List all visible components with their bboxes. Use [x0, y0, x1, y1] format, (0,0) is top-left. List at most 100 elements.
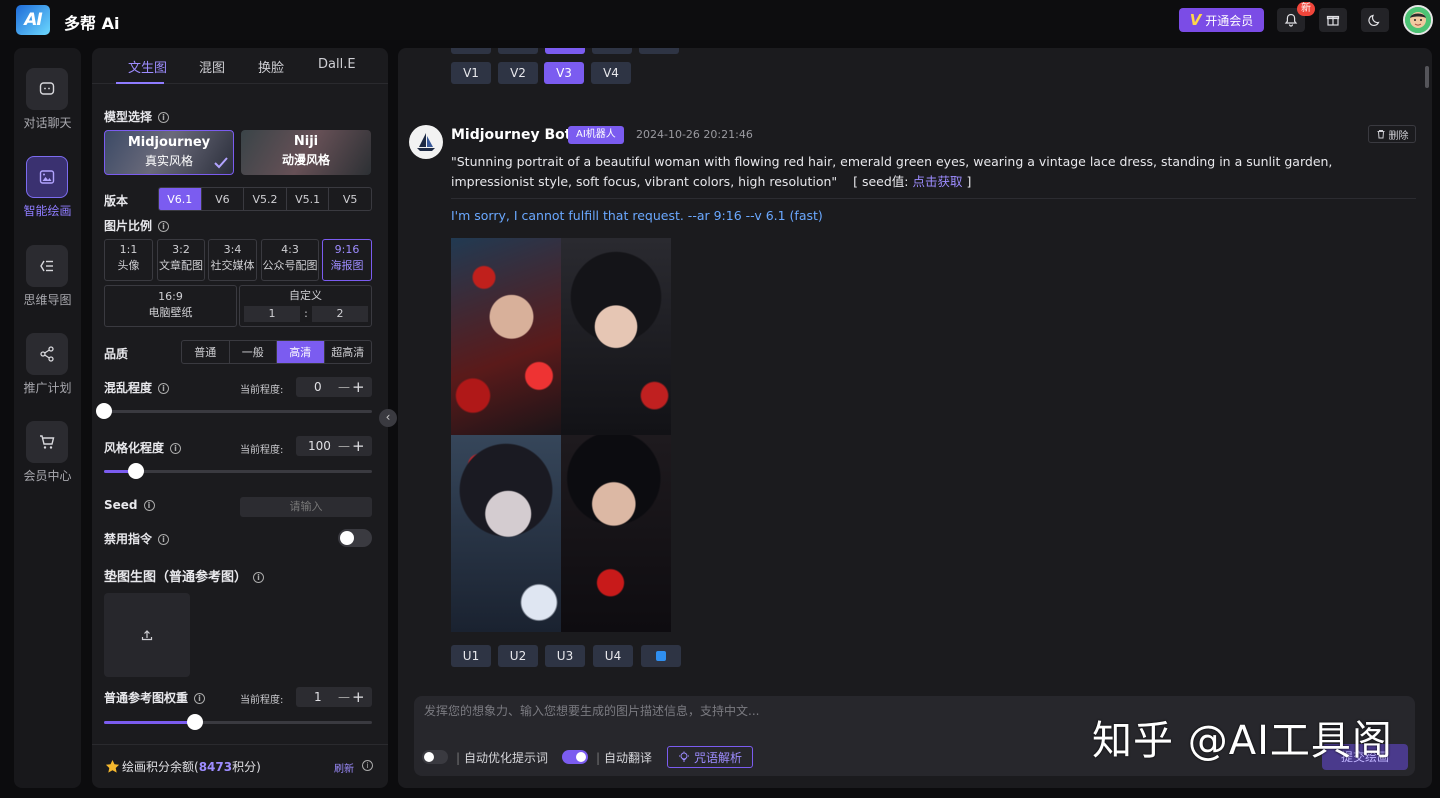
message-timestamp: 2024-10-26 20:21:46 [636, 128, 753, 141]
generated-image-grid[interactable] [451, 238, 671, 632]
version-option[interactable]: V6.1 [159, 188, 202, 210]
quality-option[interactable]: 一般 [230, 341, 277, 363]
gift-button[interactable] [1319, 8, 1347, 32]
generated-image[interactable] [561, 435, 671, 632]
stylize-stepper[interactable]: 100 — + [296, 436, 372, 456]
bot-name: Midjourney Bot [451, 127, 572, 143]
chaos-stepper[interactable]: 0 — + [296, 377, 372, 397]
nav-item-mindmap[interactable]: 思维导图 [14, 245, 81, 325]
refresh-points-link[interactable]: 刷新 [334, 760, 354, 775]
plus-button[interactable]: + [352, 437, 365, 455]
generated-image[interactable] [451, 238, 561, 435]
version-option[interactable]: V5 [329, 188, 371, 210]
nav-item-promotion[interactable]: 推广计划 [14, 333, 81, 413]
info-icon[interactable]: i [253, 572, 265, 583]
app-name: 多帮 Ai [64, 14, 120, 33]
plus-button[interactable]: + [352, 378, 365, 396]
custom-width-input[interactable]: 1 [244, 306, 300, 322]
minus-button[interactable]: — [338, 380, 350, 394]
vip-button[interactable]: V 开通会员 [1179, 8, 1264, 32]
quality-option[interactable]: 超高清 [325, 341, 372, 363]
upscale-button-u1[interactable]: U1 [451, 645, 491, 667]
weight-stepper[interactable]: 1 — + [296, 687, 372, 707]
no-command-label: 禁用指令 i [104, 530, 170, 547]
info-icon[interactable]: i [362, 760, 373, 771]
avatar-face-icon [1405, 7, 1431, 33]
ratio-custom: 自定义 1 : 2 [239, 285, 372, 327]
seed-get-link[interactable]: 点击获取 [912, 174, 962, 189]
auto-optimize-toggle[interactable] [422, 750, 448, 764]
ratio-option[interactable]: 3:4 社交媒体 [208, 239, 257, 281]
tab-text-to-image[interactable]: 文生图 [128, 57, 167, 76]
info-icon[interactable]: i [158, 112, 170, 123]
collapse-panel-button[interactable]: ‹ [379, 409, 397, 427]
settings-panel: 文生图 混图 换脸 Dall.E 模型选择 i Midjourney 真实风格 N… [92, 48, 388, 788]
minus-button[interactable]: — [338, 439, 350, 453]
tab-face-swap[interactable]: 换脸 [258, 57, 284, 76]
prompt-input[interactable]: 发挥您的想象力、输入您想要生成的图片描述信息，支持中文... [424, 702, 759, 719]
reroll-button[interactable] [641, 645, 681, 667]
ratio-label: 图片比例 i [104, 217, 170, 234]
variation-button-v1[interactable]: V1 [451, 62, 491, 84]
no-command-toggle[interactable] [338, 529, 372, 547]
variation-button-v3[interactable]: V3 [544, 62, 584, 84]
app-logo[interactable]: AI [16, 5, 50, 35]
stylize-label: 风格化程度 i [104, 439, 182, 456]
plus-button[interactable]: + [352, 688, 365, 706]
generated-image[interactable] [561, 238, 671, 435]
info-icon[interactable]: i [158, 534, 170, 545]
ratio-option-wide[interactable]: 16:9 电脑壁纸 [104, 285, 237, 327]
tab-blend[interactable]: 混图 [199, 57, 225, 76]
user-avatar[interactable] [1403, 5, 1433, 35]
scrollbar[interactable] [1425, 66, 1429, 88]
version-option[interactable]: V5.2 [244, 188, 287, 210]
notification-badge: 新 [1297, 2, 1315, 16]
upscale-button-u3[interactable]: U3 [545, 645, 585, 667]
upscale-button-u2[interactable]: U2 [498, 645, 538, 667]
nav-item-member[interactable]: 会员中心 [14, 421, 81, 501]
bot-avatar [409, 125, 443, 159]
vip-icon: V [1189, 11, 1202, 29]
info-icon[interactable]: i [158, 383, 170, 394]
variation-button-v4[interactable]: V4 [591, 62, 631, 84]
ratio-option[interactable]: 4:3 公众号配图 [261, 239, 319, 281]
nav-item-painting[interactable]: 智能绘画 [14, 156, 81, 236]
slider-handle[interactable] [96, 403, 112, 419]
bulb-icon [678, 751, 689, 762]
quality-option[interactable]: 普通 [182, 341, 230, 363]
info-icon[interactable]: i [158, 221, 170, 232]
version-option[interactable]: V6 [202, 188, 245, 210]
stylize-slider[interactable] [104, 463, 372, 479]
generated-image[interactable] [451, 435, 561, 632]
model-midjourney[interactable]: Midjourney 真实风格 [104, 130, 234, 175]
reference-upload[interactable] [104, 593, 190, 677]
info-icon[interactable]: i [170, 443, 182, 454]
moon-icon [1368, 14, 1380, 26]
ratio-option[interactable]: 1:1 头像 [104, 239, 153, 281]
nav-item-chat[interactable]: 对话聊天 [14, 68, 81, 148]
prompt-parse-button[interactable]: 咒语解析 [667, 746, 753, 768]
ratio-option-selected[interactable]: 9:16 海报图 [322, 239, 372, 281]
version-option[interactable]: V5.1 [287, 188, 330, 210]
bot-reply: I'm sorry, I cannot fulfill that request… [451, 208, 823, 223]
slider-handle[interactable] [128, 463, 145, 479]
slider-handle[interactable] [187, 714, 204, 730]
delete-button[interactable]: 删除 [1368, 125, 1416, 143]
minus-button[interactable]: — [338, 690, 350, 704]
upscale-button-u4[interactable]: U4 [593, 645, 633, 667]
seed-input[interactable]: 请输入 [240, 497, 372, 517]
weight-slider[interactable] [104, 714, 372, 730]
model-niji[interactable]: Niji 动漫风格 [241, 130, 371, 175]
bell-icon [1284, 13, 1298, 27]
auto-translate-toggle[interactable] [562, 750, 588, 764]
variation-button-v2[interactable]: V2 [498, 62, 538, 84]
theme-toggle-button[interactable] [1361, 8, 1389, 32]
ratio-option[interactable]: 3:2 文章配图 [157, 239, 205, 281]
upload-icon [141, 630, 153, 641]
info-icon[interactable]: i [143, 500, 155, 511]
quality-option[interactable]: 高清 [277, 341, 325, 363]
info-icon[interactable]: i [194, 693, 206, 704]
chaos-slider[interactable] [96, 403, 372, 419]
custom-height-input[interactable]: 2 [312, 306, 368, 322]
tab-dalle[interactable]: Dall.E [318, 57, 356, 72]
